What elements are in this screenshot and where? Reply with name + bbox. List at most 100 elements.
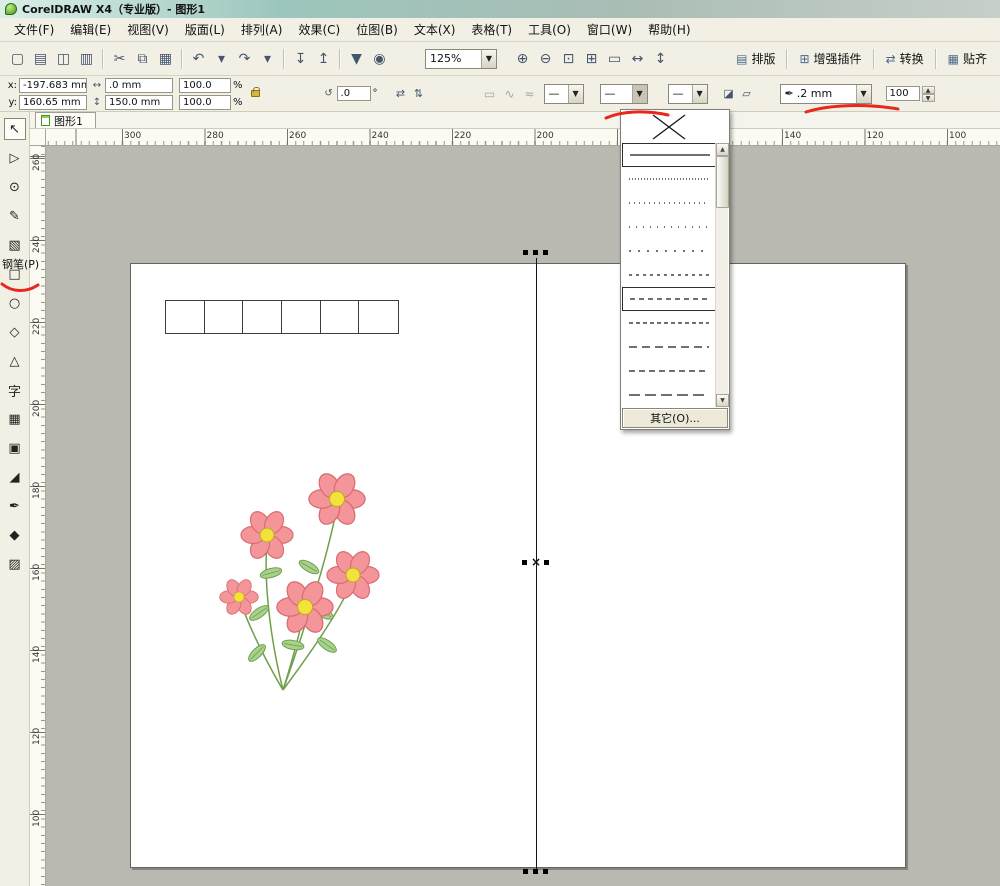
selection-center-marker[interactable]: ×: [531, 555, 541, 569]
arrow-start-arrow-icon[interactable]: ▼: [567, 84, 583, 103]
mirror-vertical-button[interactable]: ⇅: [410, 85, 428, 103]
line-style-dot-wide[interactable]: [622, 239, 717, 263]
selection-handle-middle-right[interactable]: [544, 560, 549, 565]
selection-handle-middle-left[interactable]: [522, 560, 527, 565]
rotation-angle-field[interactable]: .0: [336, 86, 371, 101]
lock-ratio-button[interactable]: [247, 81, 265, 107]
value-spinner-field[interactable]: 100: [885, 86, 920, 101]
selection-handle-top-left[interactable]: [523, 250, 528, 255]
zoom-height-icon[interactable]: ↕: [649, 47, 672, 71]
selection-handle-top-center[interactable]: [533, 250, 538, 255]
selection-handle-top-right[interactable]: [543, 250, 548, 255]
new-icon[interactable]: ▢: [6, 47, 29, 71]
selection-handle-bottom-right[interactable]: [543, 869, 548, 874]
cell[interactable]: [359, 301, 398, 333]
scroll-down-icon[interactable]: ▼: [716, 394, 729, 407]
zoom-level-combo[interactable]: 125% ▼: [425, 48, 497, 69]
spinner-down-icon[interactable]: ▼: [921, 93, 935, 102]
value-spinner-arrows[interactable]: ▲ ▼: [921, 85, 935, 102]
object-width-field[interactable]: .0 mm: [105, 77, 173, 93]
line-style-combo[interactable]: — ▼: [599, 83, 648, 104]
horizontal-ruler[interactable]: 300280260240220200180160140120100: [46, 129, 1000, 146]
welcome-screen-icon[interactable]: ◉: [368, 47, 391, 71]
paste-icon[interactable]: ▦: [154, 47, 177, 71]
convert-button[interactable]: ⇄ 转换: [879, 47, 931, 71]
menu-table[interactable]: 表格(T): [463, 18, 520, 41]
menu-arrange[interactable]: 排列(A): [233, 18, 291, 41]
menu-layout[interactable]: 版面(L): [177, 18, 233, 41]
scrollbar-thumb[interactable]: [716, 156, 729, 208]
zoom-page-icon[interactable]: ▭: [603, 47, 626, 71]
line-style-dot-sparse[interactable]: [622, 215, 717, 239]
menu-bitmaps[interactable]: 位图(B): [348, 18, 406, 41]
selection-handle-bottom-left[interactable]: [523, 869, 528, 874]
application-launcher-icon[interactable]: ▼: [345, 47, 368, 71]
line-style-dash-long[interactable]: [622, 335, 717, 359]
line-style-solid[interactable]: [622, 143, 717, 167]
print-icon[interactable]: ▥: [75, 47, 98, 71]
line-style-dot[interactable]: [622, 191, 717, 215]
pick-tool[interactable]: ↖: [3, 118, 26, 140]
line-style-arrow-icon[interactable]: ▼: [631, 84, 647, 103]
text-wrap-icon[interactable]: ◪: [720, 85, 738, 103]
zoom-tool[interactable]: ⊙: [4, 176, 26, 198]
import-icon[interactable]: ↧: [289, 47, 312, 71]
menu-effects[interactable]: 效果(C): [290, 18, 348, 41]
table-tool[interactable]: ▦: [4, 408, 26, 430]
zoom-selected-icon[interactable]: ⊞: [580, 47, 603, 71]
basic-shapes-tool[interactable]: △: [4, 350, 26, 372]
line-style-dash-longer[interactable]: [622, 383, 717, 407]
undo-dropdown-icon[interactable]: ▾: [210, 47, 233, 71]
zoom-actual-icon[interactable]: ⊡: [557, 47, 580, 71]
cell[interactable]: [243, 301, 282, 333]
zoom-width-icon[interactable]: ↔: [626, 47, 649, 71]
save-icon[interactable]: ◫: [52, 47, 75, 71]
cell[interactable]: [205, 301, 244, 333]
outline-pen-tool[interactable]: ✒: [4, 495, 26, 517]
eyedropper-tool[interactable]: ◢: [4, 466, 26, 488]
dropdown-scrollbar[interactable]: ▲ ▼: [715, 143, 729, 407]
plugins-button[interactable]: ⊞ 增强插件: [792, 47, 868, 71]
snap-button[interactable]: ▦ 贴齐: [941, 47, 994, 71]
ruler-origin-corner[interactable]: [30, 129, 46, 146]
zoom-combo-arrow-icon[interactable]: ▼: [481, 49, 496, 68]
menu-file[interactable]: 文件(F): [6, 18, 62, 41]
arrow-start-combo[interactable]: — ▼: [543, 83, 584, 104]
flower-illustration[interactable]: [205, 455, 405, 700]
text-tool[interactable]: 字: [4, 379, 26, 401]
y-position-field[interactable]: 160.65 mm: [19, 94, 87, 110]
arrow-end-combo[interactable]: — ▼: [667, 83, 708, 104]
line-style-other-button[interactable]: 其它(O)...: [622, 408, 728, 428]
menu-view[interactable]: 视图(V): [119, 18, 177, 41]
outline-width-combo[interactable]: ✒ .2 mm ▼: [779, 83, 872, 104]
copy-icon[interactable]: ⧉: [131, 47, 154, 71]
freehand-pen-tool[interactable]: ✎: [4, 205, 26, 227]
arrow-end-arrow-icon[interactable]: ▼: [691, 84, 707, 103]
menu-help[interactable]: 帮助(H): [640, 18, 698, 41]
polygon-tool[interactable]: ◇: [4, 321, 26, 343]
selection-handle-bottom-center[interactable]: [533, 869, 538, 874]
menu-edit[interactable]: 编辑(E): [62, 18, 119, 41]
cell[interactable]: [321, 301, 360, 333]
mirror-horizontal-button[interactable]: ⇄: [392, 85, 410, 103]
outline-width-arrow-icon[interactable]: ▼: [855, 84, 871, 103]
zoom-out-icon[interactable]: ⊖: [534, 47, 557, 71]
menu-window[interactable]: 窗口(W): [579, 18, 640, 41]
line-style-none[interactable]: [622, 111, 717, 143]
open-icon[interactable]: ▤: [29, 47, 52, 71]
export-icon[interactable]: ↥: [312, 47, 335, 71]
line-style-dash-fine[interactable]: [622, 263, 717, 287]
x-position-field[interactable]: -197.683 mm: [19, 77, 87, 93]
menu-text[interactable]: 文本(X): [406, 18, 464, 41]
scroll-up-icon[interactable]: ▲: [716, 143, 729, 156]
smart-fill-tool[interactable]: ▧: [4, 234, 26, 256]
ellipse-tool[interactable]: ○: [4, 292, 26, 314]
scale-x-field[interactable]: 100.0: [179, 77, 231, 93]
document-tab[interactable]: 图形1: [35, 112, 96, 128]
scale-y-field[interactable]: 100.0: [179, 94, 231, 110]
line-style-dash[interactable]: [622, 311, 717, 335]
cell[interactable]: [166, 301, 205, 333]
object-height-field[interactable]: 150.0 mm: [105, 94, 173, 110]
spinner-up-icon[interactable]: ▲: [921, 85, 935, 94]
cell-row-object[interactable]: [165, 300, 399, 334]
